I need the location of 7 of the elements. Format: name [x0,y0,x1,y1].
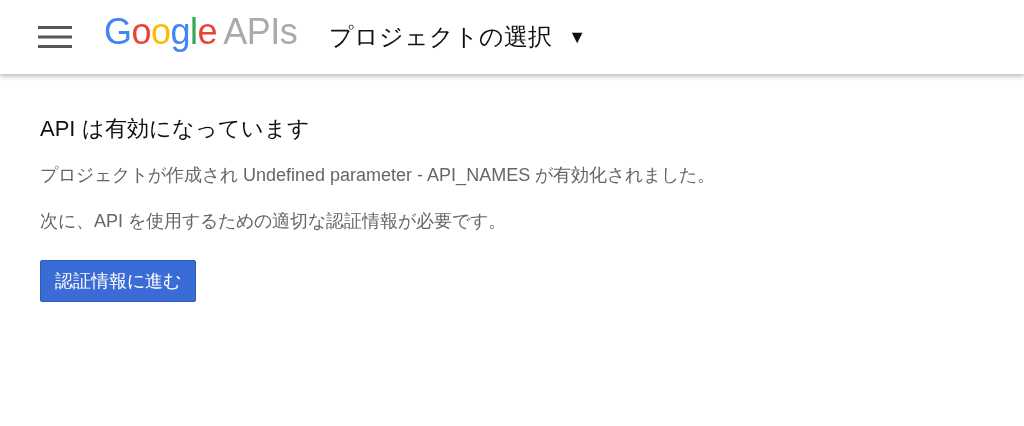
logo[interactable]: Google APIs [104,11,298,53]
body-text: 次に、API を使用するための適切な認証情報が必要です。 [40,210,507,233]
credentials-button[interactable]: 認証情報に進む [40,260,196,302]
project-selector[interactable]: プロジェクトの選択 ▼ [329,21,586,53]
page-title: API は有効になっています [40,115,311,143]
body-text: プロジェクトが作成され Undefined parameter - API_NAMES が有効化されました。 [40,164,717,188]
menu-icon[interactable] [38,26,72,48]
